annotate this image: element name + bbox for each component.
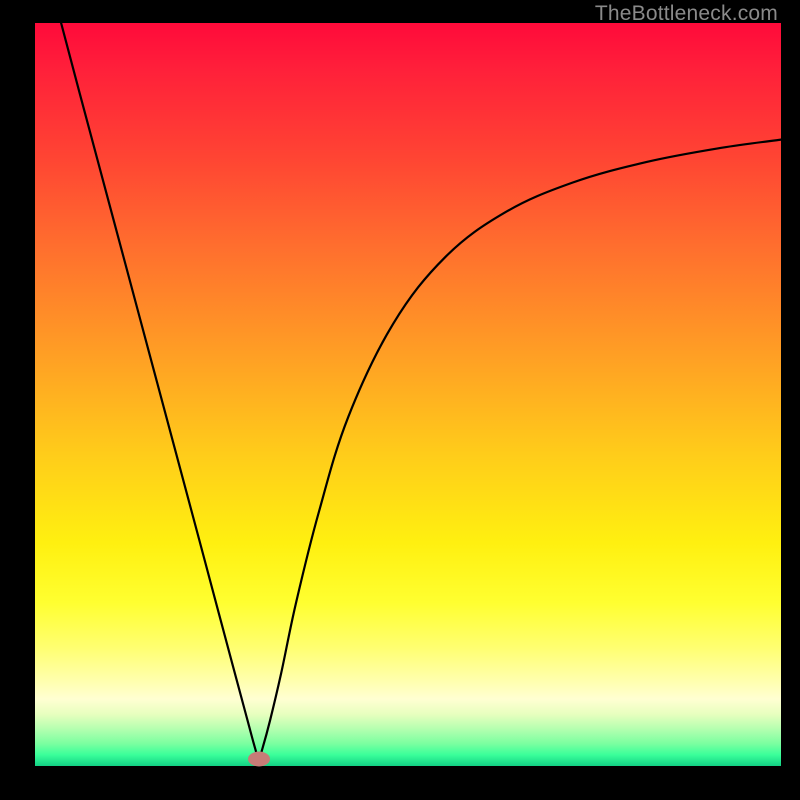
optimum-marker xyxy=(248,751,270,766)
bottleneck-curve xyxy=(61,23,781,759)
plot-area xyxy=(35,23,781,766)
curve-svg xyxy=(35,23,781,766)
chart-frame: TheBottleneck.com xyxy=(0,0,800,800)
